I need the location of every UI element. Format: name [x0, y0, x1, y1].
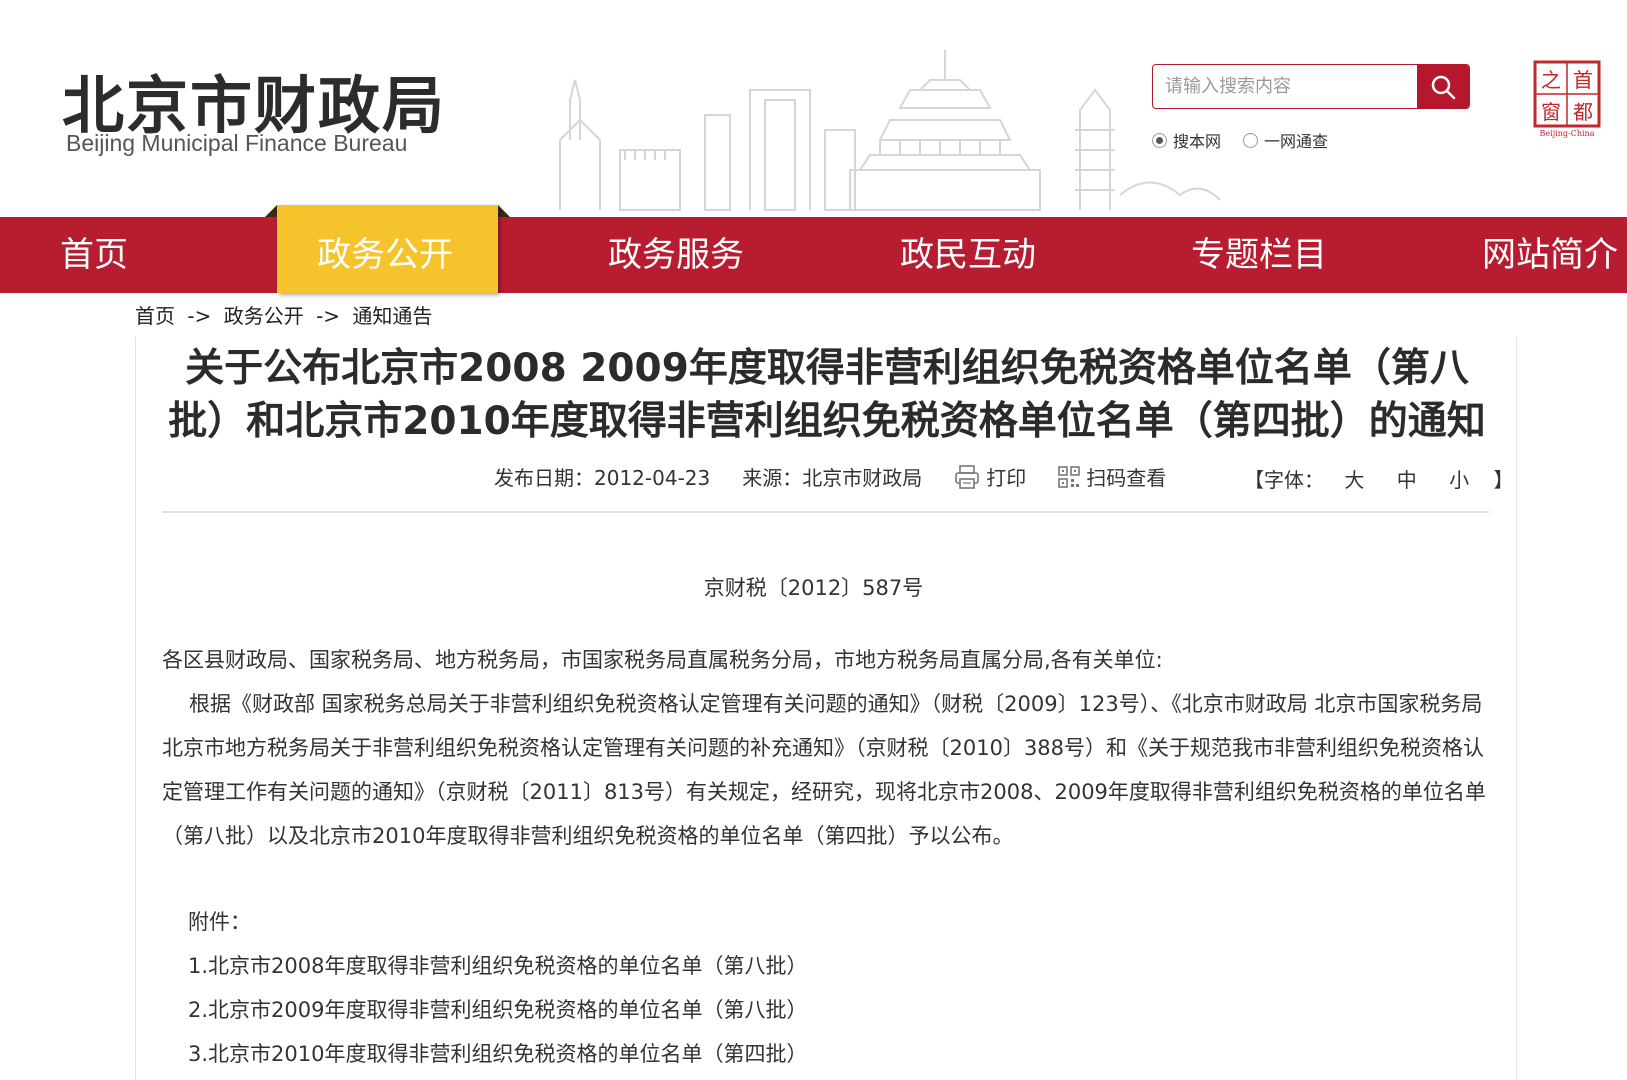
article-paragraph: 根据《财政部 国家税务总局关于非营利组织免税资格认定管理有关问题的通知》（财税〔…	[162, 692, 1486, 848]
search-icon	[1431, 75, 1456, 99]
breadcrumb-notices[interactable]: 通知通告	[352, 304, 432, 328]
meta-divider	[162, 511, 1489, 513]
font-size-close: 】	[1493, 468, 1514, 492]
article-title: 关于公布北京市2008 2009年度取得非营利组织免税资格单位名单（第八批）和北…	[168, 346, 1486, 444]
capital-logo-char: 之	[1541, 68, 1561, 92]
capital-logo-char: 首	[1573, 68, 1593, 92]
capital-logo-sub: Beijing-China	[1540, 129, 1595, 138]
attachments: 附件： 1.北京市2008年度取得非营利组织免税资格的单位名单（第八批） 2.北…	[188, 900, 807, 1076]
article-source: 来源：北京市财政局	[742, 466, 923, 490]
article-body: 各区县财政局、国家税务局、地方税务局，市国家税务局直属税务分局，市地方税务局直属…	[162, 638, 1489, 858]
article-salutation: 各区县财政局、国家税务局、地方税务局，市国家税务局直属税务分局，市地方税务局直属…	[162, 648, 1163, 672]
print-label[interactable]: 打印	[986, 462, 1026, 491]
nav-active-notch	[498, 205, 510, 217]
search-button[interactable]	[1417, 65, 1469, 108]
qrcode-button[interactable]: 扫码查看	[1058, 462, 1166, 491]
nav-item-gov-affairs-open[interactable]: 政务公开	[317, 217, 453, 293]
font-size-control: 【字体： 大 中 小 】	[1244, 464, 1533, 493]
print-button[interactable]: 打印	[954, 462, 1026, 491]
breadcrumb-gov-affairs-open[interactable]: 政务公开	[224, 304, 304, 328]
nav-item-about[interactable]: 网站简介	[1482, 217, 1618, 293]
site-header: 北京市财政局 Beijing Municipal Finance Bureau …	[0, 0, 1627, 217]
capital-logo-char: 窗	[1541, 100, 1561, 124]
attachments-label: 附件：	[188, 910, 251, 934]
nav-item-gov-services[interactable]: 政务服务	[608, 217, 744, 293]
breadcrumb-separator: ->	[316, 304, 341, 328]
nav-item-interaction[interactable]: 政民互动	[900, 217, 1036, 293]
publish-date: 发布日期：2012-04-23	[494, 466, 711, 490]
attachment-link[interactable]: 1.北京市2008年度取得非营利组织免税资格的单位名单（第八批）	[188, 944, 807, 988]
font-size-large[interactable]: 大	[1344, 468, 1364, 492]
radio-all-search[interactable]	[1243, 132, 1259, 148]
radio-all-search-label[interactable]: 一网通查	[1264, 128, 1328, 152]
search-box	[1152, 64, 1470, 109]
document-number: 京财税〔2012〕587号	[703, 576, 924, 600]
nav-active-notch	[265, 205, 277, 217]
breadcrumb-home[interactable]: 首页	[135, 304, 175, 328]
font-size-small[interactable]: 小	[1449, 468, 1469, 492]
article-meta: 发布日期：2012-04-23 来源：北京市财政局 打印 扫码查看	[494, 462, 1198, 491]
attachment-link[interactable]: 2.北京市2009年度取得非营利组织免税资格的单位名单（第八批）	[188, 988, 807, 1032]
site-logo-subtitle[interactable]: Beijing Municipal Finance Bureau	[66, 130, 407, 157]
skyline-illustration	[559, 50, 1220, 211]
font-size-medium[interactable]: 中	[1397, 468, 1417, 492]
attachment-link[interactable]: 3.北京市2010年度取得非营利组织免税资格的单位名单（第四批）	[188, 1032, 807, 1076]
search-input[interactable]	[1153, 65, 1421, 108]
capital-window-logo[interactable]: 之 首 窗 都 Beijing-China	[1532, 60, 1602, 138]
nav-item-topics[interactable]: 专题栏目	[1191, 217, 1327, 293]
printer-icon	[955, 464, 980, 489]
radio-site-search-label[interactable]: 搜本网	[1173, 128, 1221, 152]
qrcode-icon	[1058, 465, 1081, 488]
capital-logo-char: 都	[1573, 100, 1593, 124]
breadcrumb-separator: ->	[187, 304, 212, 328]
nav-item-home[interactable]: 首页	[60, 217, 128, 293]
breadcrumb: 首页 -> 政务公开 -> 通知通告	[135, 300, 438, 329]
search-scope-options: 搜本网 一网通查	[1152, 128, 1350, 152]
radio-site-search[interactable]	[1152, 132, 1167, 148]
main-nav	[0, 217, 1627, 293]
qrcode-label[interactable]: 扫码查看	[1086, 462, 1166, 491]
font-size-label: 【字体：	[1244, 468, 1324, 492]
